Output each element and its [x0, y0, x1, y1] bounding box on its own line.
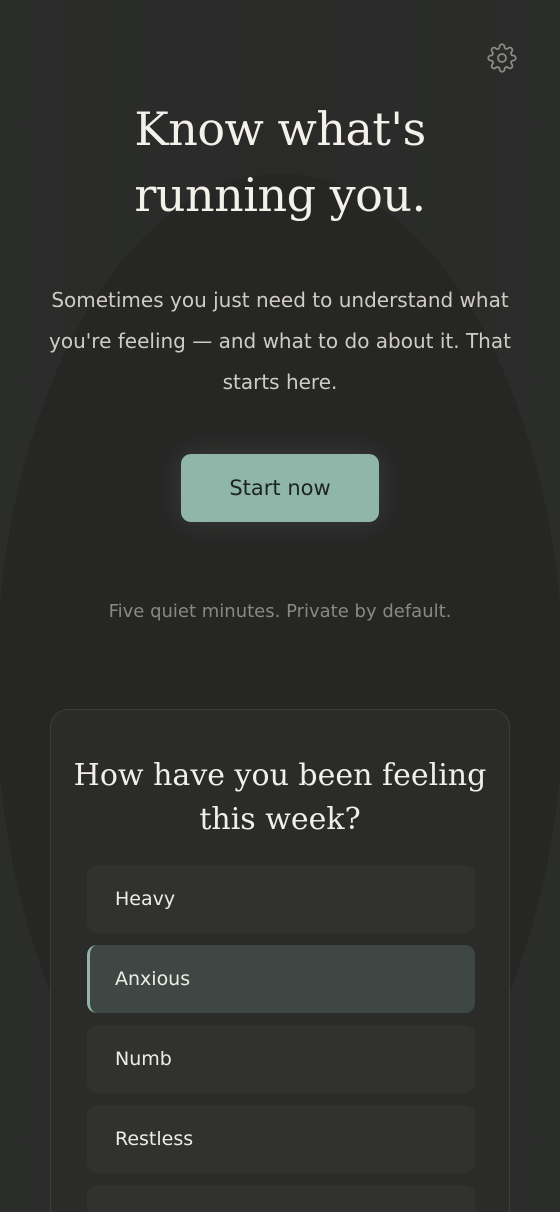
option-heavy[interactable]: Heavy — [87, 865, 475, 933]
privacy-note: Five quiet minutes. Private by default. — [108, 601, 452, 622]
app-screen: Know what's running you. Sometimes you j… — [0, 0, 560, 1212]
option-label: Heavy — [115, 888, 176, 910]
option-partially-visible[interactable] — [87, 1185, 475, 1212]
hero-title-line-1: Know what's — [134, 102, 426, 156]
option-restless[interactable]: Restless — [87, 1105, 475, 1173]
option-label: Numb — [115, 1048, 172, 1070]
feeling-survey-card: How have you been feeling this week? Hea… — [50, 709, 510, 1212]
settings-button[interactable] — [486, 42, 518, 74]
start-now-button[interactable]: Start now — [181, 454, 379, 522]
hero-title: Know what's running you. — [0, 96, 560, 228]
feeling-options-list: Heavy Anxious Numb Restless — [87, 865, 475, 1212]
option-anxious[interactable]: Anxious — [87, 945, 475, 1013]
option-numb[interactable]: Numb — [87, 1025, 475, 1093]
gear-icon — [487, 43, 517, 73]
survey-question: How have you been feeling this week? — [73, 758, 487, 837]
hero-subtitle: Sometimes you just need to understand wh… — [49, 288, 511, 394]
hero-title-line-2: running you. — [134, 168, 426, 222]
option-label: Restless — [115, 1128, 194, 1150]
option-label: Anxious — [115, 968, 191, 990]
